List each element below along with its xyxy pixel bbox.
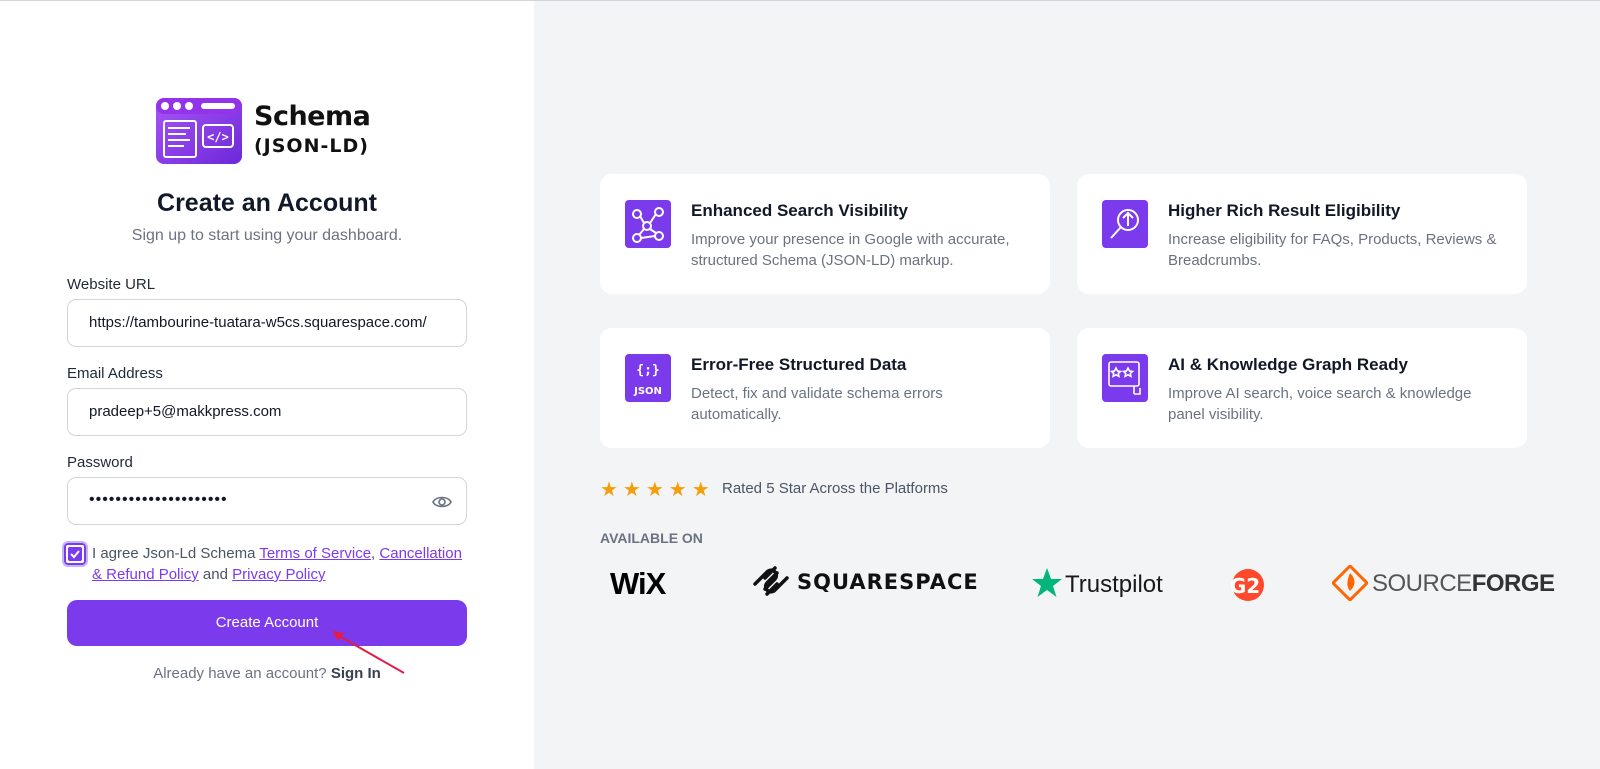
feature-description: Increase eligibility for FAQs, Products,…	[1168, 231, 1497, 269]
g2-mark-icon: G2	[1230, 569, 1264, 601]
schema-logo-icon: </>	[156, 98, 242, 164]
agree-text: I agree Json-Ld Schema Terms of Service,…	[92, 545, 462, 583]
available-on-label: AVAILABLE ON	[600, 530, 703, 546]
trustpilot-logo: Trustpilot	[1031, 567, 1163, 611]
network-graph-icon	[625, 200, 671, 248]
page-subtitle: Sign up to start using your dashboard.	[131, 227, 403, 244]
svg-text:JSON: JSON	[633, 386, 662, 397]
features-panel: Enhanced Search Visibility Improve your …	[534, 1, 1600, 769]
signin-row: Already have an account? Sign In	[0, 665, 534, 682]
sourceforge-mark-icon	[1330, 563, 1370, 603]
logo-subtitle: (JSON-LD)	[254, 135, 369, 157]
feature-description: Improve AI search, voice search & knowle…	[1168, 385, 1472, 423]
page-title: Create an Account	[157, 189, 377, 217]
email-value: pradeep+5@makkpress.com	[89, 403, 282, 420]
feature-card: {;} JSON Error-Free Structured Data Dete…	[600, 328, 1050, 448]
squarespace-mark-icon	[753, 566, 789, 596]
g2-logo: G2	[1230, 565, 1266, 609]
password-label: Password	[67, 454, 133, 471]
trustpilot-star-icon	[1032, 568, 1062, 597]
sourceforge-wordmark: SOURCEFORGE	[1372, 570, 1555, 598]
magnifier-upload-icon	[1102, 200, 1148, 248]
agree-prefix: I agree Json-Ld Schema	[92, 545, 256, 562]
rating-stars: ★★★★★	[600, 479, 715, 501]
squarespace-logo: SQUARESPACE	[751, 564, 978, 608]
feature-title: AI & Knowledge Graph Ready	[1168, 355, 1408, 374]
website-url-value: https://tambourine-tuatara-w5cs.squaresp…	[89, 314, 427, 331]
email-label: Email Address	[67, 365, 163, 382]
rating-text: Rated 5 Star Across the Platforms	[722, 480, 948, 497]
trustpilot-wordmark: Trustpilot	[1065, 571, 1163, 598]
app-logo: </> Schema (JSON-LD)	[155, 97, 385, 167]
password-value: •••••••••••••••••••••	[89, 491, 228, 508]
feature-card: Higher Rich Result Eligibility Increase …	[1077, 174, 1527, 294]
sign-in-link[interactable]: Sign In	[331, 665, 381, 682]
sourceforge-source: SOURCE	[1372, 570, 1472, 597]
terms-of-service-link[interactable]: Terms of Service	[259, 545, 371, 562]
feature-card: AI & Knowledge Graph Ready Improve AI se…	[1077, 328, 1527, 448]
email-field[interactable]: pradeep+5@makkpress.com	[67, 388, 467, 436]
feature-card: Enhanced Search Visibility Improve your …	[600, 174, 1050, 294]
website-url-field[interactable]: https://tambourine-tuatara-w5cs.squaresp…	[67, 299, 467, 347]
star-review-icon	[1102, 354, 1148, 402]
logo-title: Schema	[254, 101, 371, 132]
website-url-label: Website URL	[67, 276, 156, 293]
sourceforge-forge: FORGE	[1471, 570, 1555, 597]
feature-title: Enhanced Search Visibility	[691, 201, 908, 220]
sourceforge-logo: SOURCEFORGE	[1330, 563, 1555, 609]
feature-description: Detect, fix and validate schema errors a…	[691, 385, 943, 423]
and-text: and	[202, 566, 228, 583]
feature-description: Improve your presence in Google with acc…	[691, 231, 1010, 269]
feature-title: Error-Free Structured Data	[691, 355, 907, 374]
privacy-policy-link[interactable]: Privacy Policy	[232, 566, 325, 583]
show-password-eye-icon[interactable]	[432, 492, 452, 512]
svg-text:</>: </>	[207, 130, 229, 144]
json-icon: {;} JSON	[625, 354, 671, 402]
squarespace-wordmark: SQUARESPACE	[797, 570, 979, 594]
password-field[interactable]: •••••••••••••••••••••	[67, 477, 467, 525]
svg-text:{;}: {;}	[636, 363, 659, 378]
signup-panel: </> Schema (JSON-LD) Create an Account S…	[0, 1, 534, 769]
g2-letter: G2	[1230, 574, 1260, 598]
agree-checkbox[interactable]	[62, 541, 88, 567]
feature-title: Higher Rich Result Eligibility	[1168, 201, 1401, 220]
signin-prompt: Already have an account?	[153, 665, 327, 682]
wix-logo: WiX	[610, 566, 666, 601]
checkmark-icon	[68, 547, 82, 561]
